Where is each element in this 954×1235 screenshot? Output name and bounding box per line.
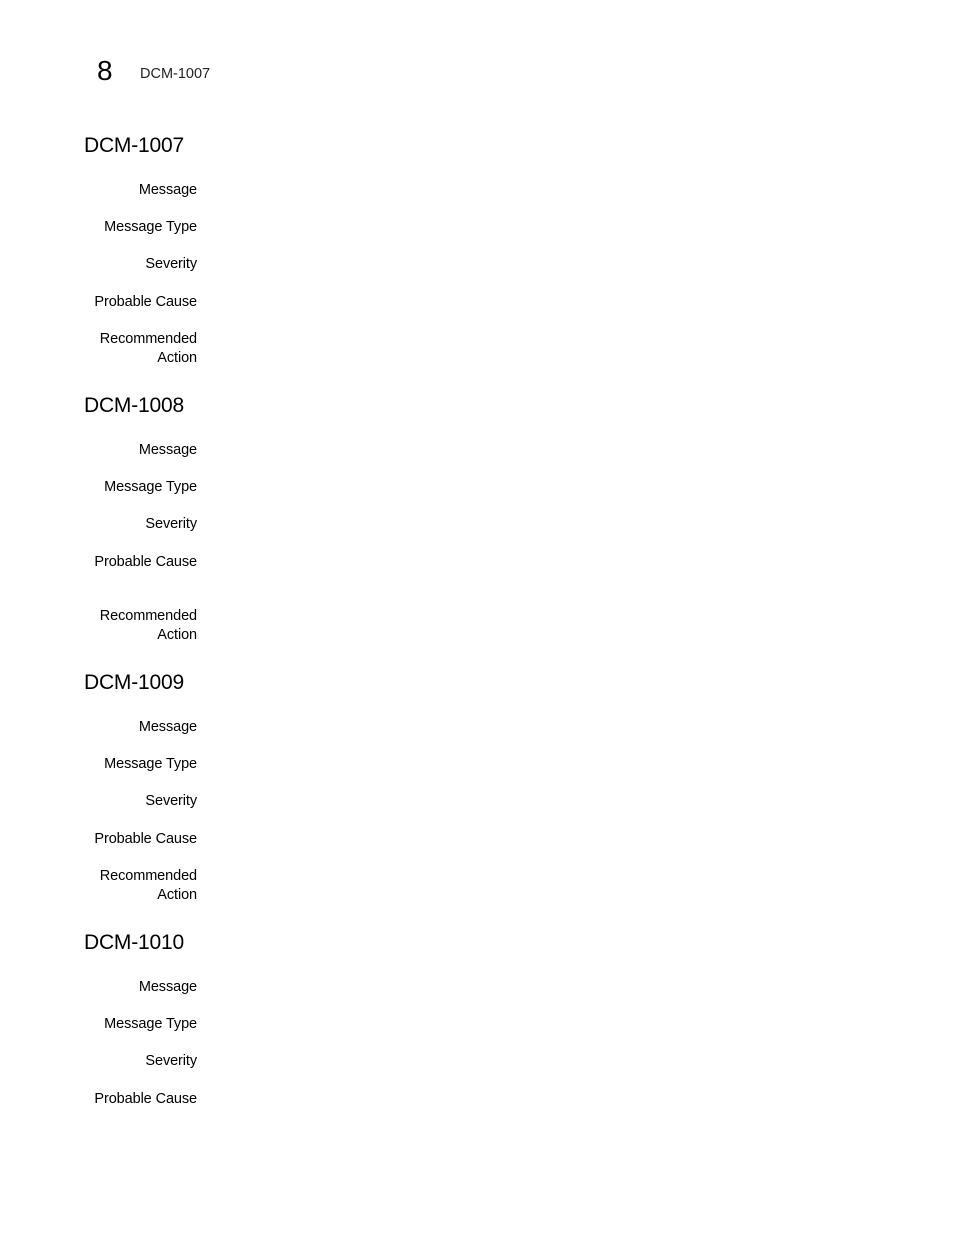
field-label-message: Message [138, 979, 197, 995]
field-label-message-type: Message Type [104, 219, 197, 235]
entry-title: DCM-1010 [84, 931, 184, 954]
field-label-message-type: Message Type [104, 479, 197, 495]
field-label-probable-cause: Probable Cause [94, 554, 197, 570]
field-label-recommended-action: Recommended Action [99, 868, 197, 903]
field-label-probable-cause: Probable Cause [94, 831, 197, 847]
message-entry: DCM-1009 Message Message Type Severity P… [84, 671, 884, 903]
field-label-message: Message [138, 719, 197, 735]
field-label-message: Message [138, 182, 197, 198]
field-label-recommended-action: Recommended Action [99, 608, 197, 643]
running-title: DCM-1007 [140, 66, 211, 82]
field-label-recommended-action: Recommended Action [99, 331, 197, 366]
entry-title: DCM-1008 [84, 394, 184, 417]
entry-title: DCM-1009 [84, 671, 184, 694]
field-label-severity: Severity [145, 1053, 197, 1069]
message-entry: DCM-1010 Message Message Type Severity P… [84, 931, 884, 1107]
field-label-message-type: Message Type [104, 756, 197, 772]
message-entry: DCM-1008 Message Message Type Severity P… [84, 394, 884, 643]
field-label-severity: Severity [145, 793, 197, 809]
message-entry: DCM-1007 Message Message Type Severity P… [84, 134, 884, 366]
chapter-number: 8 [97, 55, 113, 86]
field-label-message: Message [138, 442, 197, 458]
field-label-probable-cause: Probable Cause [94, 294, 197, 310]
field-label-message-type: Message Type [104, 1016, 197, 1032]
field-label-probable-cause: Probable Cause [94, 1091, 197, 1107]
field-label-severity: Severity [145, 256, 197, 272]
entry-title: DCM-1007 [84, 134, 184, 157]
field-label-severity: Severity [145, 516, 197, 532]
